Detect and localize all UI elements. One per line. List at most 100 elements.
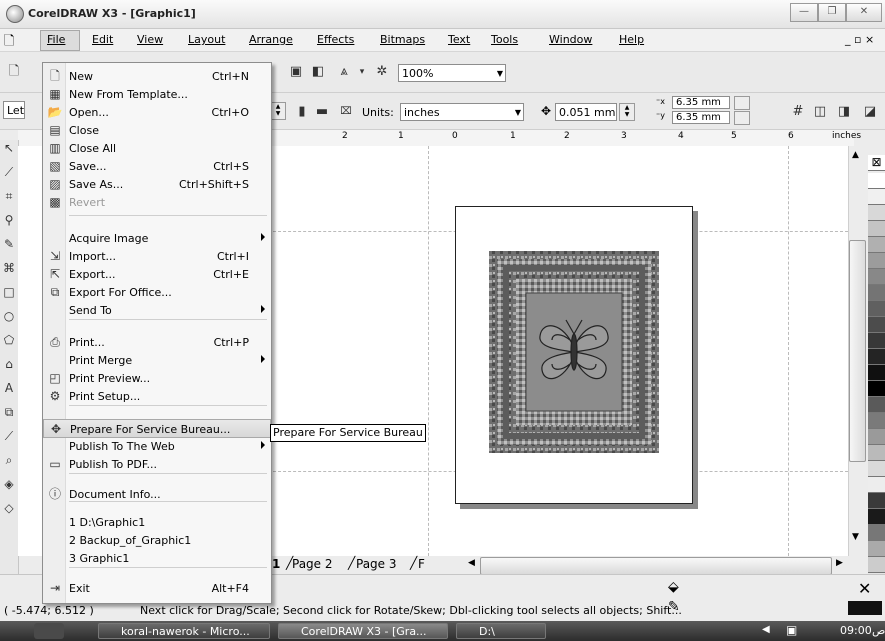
zoom-level-select[interactable]: 100% ▼: [398, 64, 506, 82]
palette-swatch[interactable]: [868, 269, 885, 285]
file-menu-item-prepare-for-service-bureau[interactable]: ✥ Prepare For Service Bureau...: [43, 419, 271, 438]
page-tab-2[interactable]: Page 2: [292, 557, 333, 571]
palette-swatch[interactable]: [868, 493, 885, 509]
fill-tool-icon[interactable]: ◈: [1, 476, 17, 492]
palette-swatch[interactable]: [868, 381, 885, 397]
file-menu-item-document-info[interactable]: ⓘ Document Info...: [43, 485, 271, 504]
page-tab-1[interactable]: 1: [272, 557, 280, 571]
no-fill-swatch-icon[interactable]: ⊠: [868, 155, 885, 171]
horizontal-scroll-thumb[interactable]: [480, 557, 832, 575]
close-button[interactable]: ✕: [846, 3, 882, 22]
document-page[interactable]: [455, 206, 693, 504]
palette-swatch[interactable]: [868, 301, 885, 317]
menu-tools[interactable]: Tools: [491, 33, 518, 46]
scroll-down-icon[interactable]: ▼: [852, 532, 859, 542]
palette-swatch[interactable]: [868, 221, 885, 237]
taskbar-clock[interactable]: 09:00: [840, 624, 872, 637]
shape-tool-icon[interactable]: ⟋: [1, 164, 17, 180]
file-menu-item-import[interactable]: ⇲ Import... Ctrl+I: [43, 247, 271, 266]
palette-swatch[interactable]: [868, 189, 885, 205]
vertical-scroll-thumb[interactable]: [849, 240, 866, 462]
menu-text[interactable]: Text: [448, 33, 470, 46]
scroll-left-icon[interactable]: ◀: [468, 558, 475, 568]
minimize-button[interactable]: —: [790, 3, 818, 22]
guideline[interactable]: [788, 146, 789, 556]
outline-tool-icon[interactable]: ⌕: [1, 452, 17, 468]
menu-edit[interactable]: Edit: [92, 33, 113, 46]
file-menu-item-print-merge[interactable]: Print Merge: [43, 351, 271, 370]
pick-tool-icon[interactable]: ↖: [1, 140, 17, 156]
palette-swatch[interactable]: [868, 365, 885, 381]
palette-swatch[interactable]: [868, 237, 885, 253]
palette-swatch[interactable]: [868, 253, 885, 269]
file-menu-item-print[interactable]: ⎙ Print... Ctrl+P: [43, 333, 271, 352]
rectangle-tool-icon[interactable]: □: [1, 284, 17, 300]
taskbar-item-word[interactable]: koral-nawerok - Micro...: [98, 623, 270, 639]
file-menu-item-save-as[interactable]: ▨ Save As... Ctrl+Shift+S: [43, 175, 271, 194]
file-menu-item-2-backup-of-graphic1[interactable]: 2 Backup_of_Graphic1: [43, 531, 271, 550]
file-menu-item-open[interactable]: 📂 Open... Ctrl+O: [43, 103, 271, 122]
interactive-fill-tool-icon[interactable]: ◇: [1, 500, 17, 516]
menu-effects[interactable]: Effects: [317, 33, 354, 46]
page-tab-3[interactable]: Page 3: [356, 557, 397, 571]
duplicate-y-spinner[interactable]: [734, 111, 750, 125]
duplicate-x-field[interactable]: 6.35 mm: [672, 96, 730, 109]
new-doc-icon[interactable]: 🗋: [4, 62, 24, 82]
paper-type-select[interactable]: Let: [3, 101, 25, 119]
palette-swatch[interactable]: [868, 413, 885, 429]
file-menu-item-export-for-office[interactable]: ⧉ Export For Office...: [43, 283, 271, 302]
file-menu-item-close[interactable]: ▤ Close: [43, 121, 271, 140]
units-select[interactable]: inches ▼: [400, 103, 524, 121]
units-dropdown-icon[interactable]: ▼: [515, 104, 521, 122]
portrait-icon[interactable]: ▮: [292, 102, 312, 122]
start-button[interactable]: [34, 623, 64, 639]
palette-swatch[interactable]: [868, 333, 885, 349]
maximize-button[interactable]: ❐: [818, 3, 846, 22]
menu-bitmaps[interactable]: Bitmaps: [380, 33, 425, 46]
file-menu-item-new-from-template[interactable]: ▦ New From Template...: [43, 85, 271, 104]
palette-swatch[interactable]: [868, 285, 885, 301]
file-menu-item-send-to[interactable]: Send To: [43, 301, 271, 320]
file-menu-item-publish-to-the-web[interactable]: Publish To The Web: [43, 437, 271, 456]
page-tab-4[interactable]: F: [418, 557, 425, 571]
palette-swatch[interactable]: [868, 557, 885, 573]
snap-to-guidelines-icon[interactable]: ◫: [810, 102, 830, 122]
import-toolbar-icon[interactable]: ▣: [286, 62, 306, 82]
taskbar-item-folder[interactable]: D:\: [456, 623, 546, 639]
snap-to-objects-icon[interactable]: ◨: [834, 102, 854, 122]
file-menu-item-publish-to-pdf[interactable]: ▭ Publish To PDF...: [43, 455, 271, 474]
palette-swatch[interactable]: [868, 461, 885, 477]
nudge-distance-field[interactable]: 0.051 mm: [555, 103, 617, 121]
palette-swatch[interactable]: [868, 317, 885, 333]
dynamic-guides-icon[interactable]: ◪: [860, 102, 880, 122]
eyedropper-tool-icon[interactable]: ⟋: [1, 428, 17, 444]
file-menu-item-close-all[interactable]: ▥ Close All: [43, 139, 271, 158]
smart-fill-tool-icon[interactable]: ⌘: [1, 260, 17, 276]
crop-tool-icon[interactable]: ⌗: [1, 188, 17, 204]
basic-shapes-tool-icon[interactable]: ⌂: [1, 356, 17, 372]
menu-file[interactable]: File: [47, 33, 65, 46]
duplicate-y-field[interactable]: 6.35 mm: [672, 111, 730, 124]
palette-swatch[interactable]: [868, 477, 885, 493]
landscape-icon[interactable]: ▬: [312, 102, 332, 122]
file-menu-item-print-preview[interactable]: ◰ Print Preview...: [43, 369, 271, 388]
file-menu-item-new[interactable]: 🗋 New Ctrl+N: [43, 67, 271, 86]
guideline[interactable]: [428, 146, 429, 556]
butterfly-tile-artwork[interactable]: [456, 207, 692, 503]
freehand-tool-icon[interactable]: ✎: [1, 236, 17, 252]
menu-layout[interactable]: Layout: [188, 33, 225, 46]
interactive-blend-tool-icon[interactable]: ⧉: [1, 404, 17, 420]
all-pages-icon[interactable]: ⌧: [336, 102, 356, 122]
menu-help[interactable]: Help: [619, 33, 644, 46]
app-launcher-icon[interactable]: ⩓: [334, 62, 354, 82]
document-window-controls[interactable]: _ ▫ ×: [845, 33, 874, 46]
file-menu-item-print-setup[interactable]: ⚙ Print Setup...: [43, 387, 271, 406]
palette-swatch[interactable]: [868, 445, 885, 461]
nudge-spinner[interactable]: ▲ ▼: [619, 103, 635, 121]
palette-swatch[interactable]: [868, 205, 885, 221]
file-menu-item-exit[interactable]: ⇥ Exit Alt+F4: [43, 579, 271, 598]
palette-swatch[interactable]: [868, 429, 885, 445]
export-toolbar-icon[interactable]: ◧: [308, 62, 328, 82]
palette-swatch[interactable]: [868, 541, 885, 557]
tray-arrow-icon[interactable]: ◀: [762, 624, 770, 635]
